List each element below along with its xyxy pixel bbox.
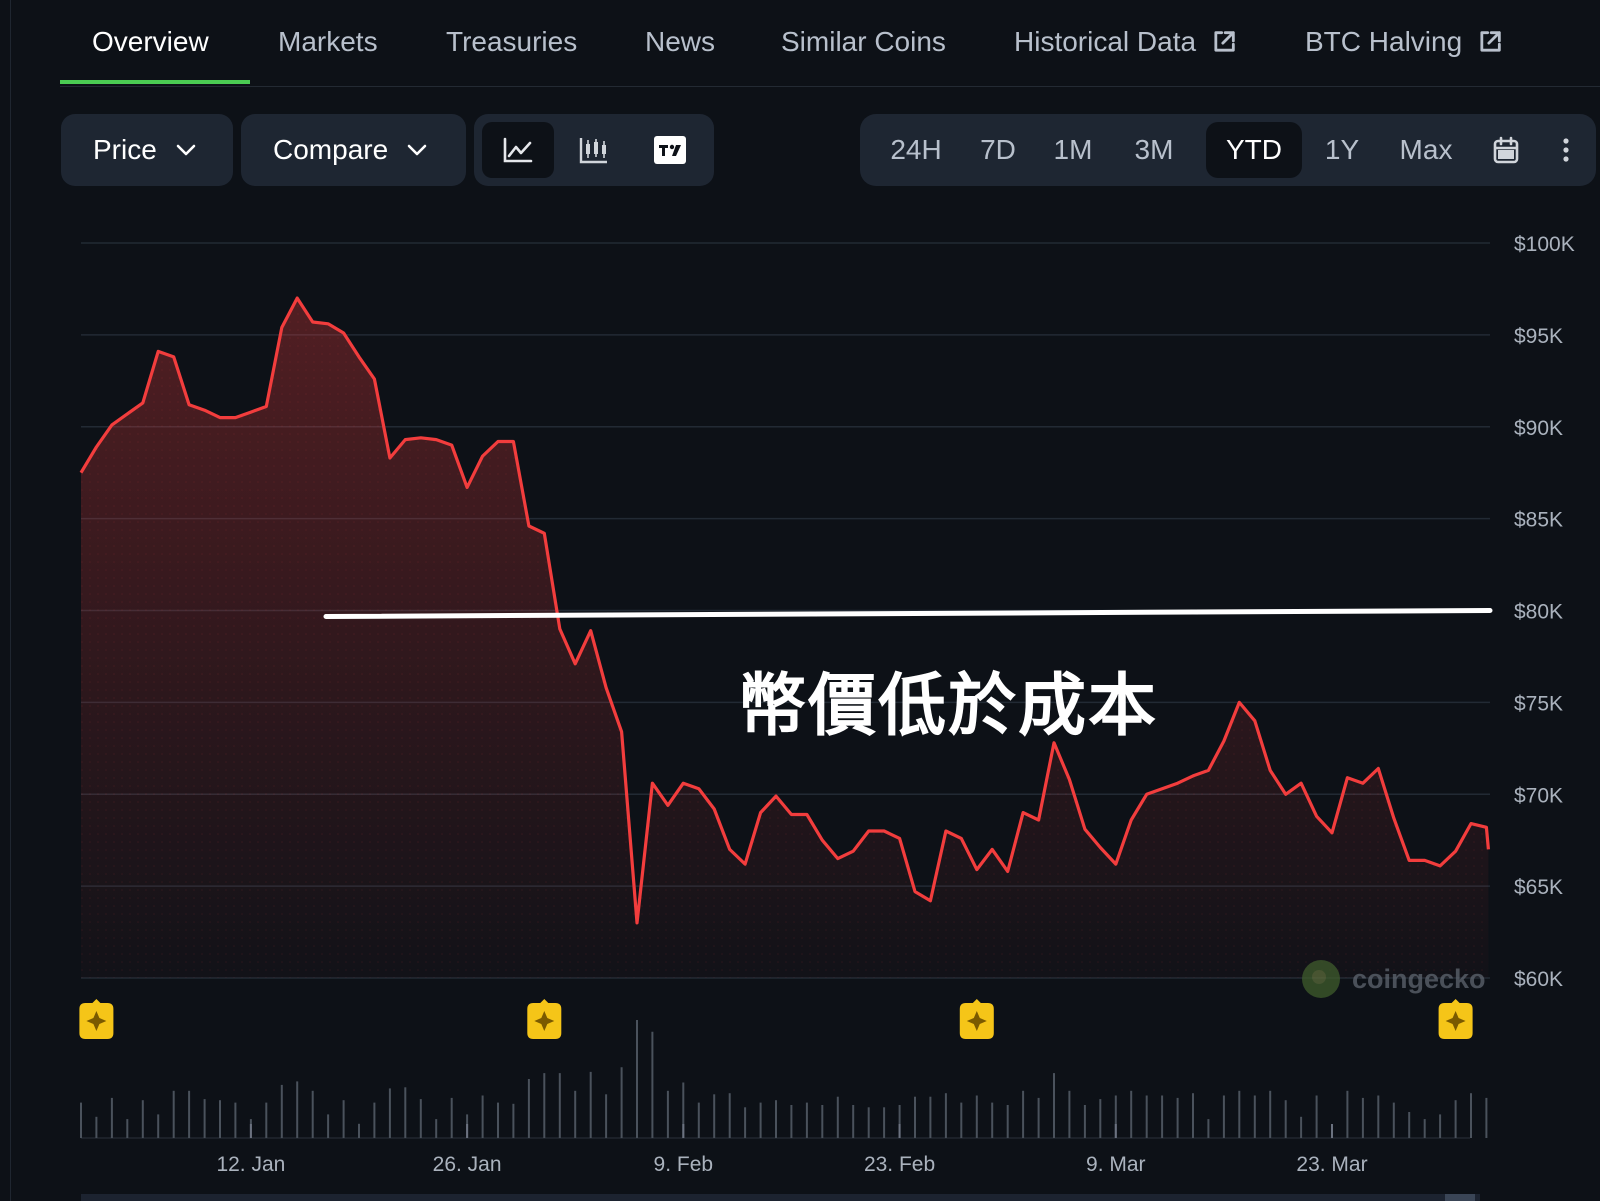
tab-treasuries[interactable]: Treasuries [446,26,577,58]
range-label: 7D [980,134,1016,165]
tab-news[interactable]: News [645,26,715,58]
tab-label: Similar Coins [781,26,946,57]
coingecko-watermark: coingecko [1302,960,1486,998]
range-1y[interactable]: 1Y [1308,122,1376,178]
volume-bars [80,1020,1488,1139]
price-area [81,298,1489,979]
tab-overview[interactable]: Overview [92,26,209,58]
range-3m[interactable]: 3M [1114,122,1194,178]
chart-view-switcher [474,114,714,186]
tab-label: News [645,26,716,57]
chevron-down-icon [176,144,196,156]
navigator-handle [1445,1194,1475,1201]
tab-markets[interactable]: Markets [278,26,378,58]
event-marker-icon [959,999,994,1039]
range-label: YTD [1226,134,1282,165]
watermark-text: coingecko [1352,963,1486,994]
y-tick-label: $85K [1514,509,1563,532]
event-marker-icon [1438,999,1473,1039]
candlestick-chart-button[interactable] [558,122,630,178]
line-chart-button[interactable] [482,122,554,178]
tab-label: BTC Halving [1305,26,1463,57]
tab-bar: Overview Markets Treasuries News Similar… [60,0,1600,87]
chevron-down-icon [407,144,427,156]
tab-label: Treasuries [446,26,578,57]
compare-dropdown[interactable]: Compare [241,114,466,186]
time-range-selector: 24H 7D 1M 3M YTD 1Y Max [860,114,1596,186]
tab-btc-halving[interactable]: BTC Halving [1305,26,1504,58]
y-tick-label: $90K [1514,417,1563,440]
more-vertical-icon [1563,138,1569,162]
price-area-texture [81,298,1489,979]
event-marker-icon [79,999,114,1039]
tab-label: Markets [278,26,378,57]
calendar-icon [1493,136,1519,164]
x-tick-label: 9. Mar [1086,1153,1146,1176]
y-tick-label: $70K [1514,784,1563,807]
annotation-text: 幣價低於成本 [738,667,1159,746]
tradingview-icon [654,136,686,164]
line-chart-icon [503,137,533,163]
event-marker-icon [527,999,562,1039]
external-link-icon [1214,31,1235,52]
price-dropdown-label: Price [93,134,157,165]
tab-label: Historical Data [1014,26,1197,57]
range-label: 1M [1053,134,1093,165]
coingecko-logo-icon [1302,960,1340,998]
range-7d[interactable]: 7D [964,122,1032,178]
x-tick-label: 12. Jan [216,1153,285,1176]
range-label: 24H [890,134,942,165]
y-tick-label: $65K [1514,876,1563,899]
range-ytd[interactable]: YTD [1206,122,1302,178]
y-tick-label: $95K [1514,325,1563,348]
navigator-track [81,1194,1480,1201]
active-tab-underline [60,80,250,84]
range-navigator[interactable] [81,1194,1480,1201]
y-tick-label: $60K [1514,968,1563,991]
event-markers [79,999,1473,1039]
tab-similar-coins[interactable]: Similar Coins [781,26,946,58]
y-axis-ticks: $100K $95K $90K $85K $80K $75K $70K $65K $60K [1514,233,1575,991]
compare-dropdown-label: Compare [273,134,389,165]
x-tick-label: 26. Jan [433,1153,502,1176]
tab-label: Overview [92,26,209,57]
range-label: Max [1399,134,1453,165]
tradingview-button[interactable] [634,122,706,178]
y-tick-label: $80K [1514,601,1563,624]
external-link-icon [1480,31,1501,52]
range-label: 3M [1134,134,1174,165]
range-max[interactable]: Max [1384,122,1468,178]
more-options-button[interactable] [1544,122,1588,178]
calendar-button[interactable] [1474,122,1538,178]
candlestick-icon [579,138,607,164]
range-24h[interactable]: 24H [864,122,968,178]
price-dropdown[interactable]: Price [61,114,233,186]
x-tick-label: 23. Mar [1296,1153,1367,1176]
tab-historical-data[interactable]: Historical Data [1014,26,1238,58]
x-tick-label: 9. Feb [654,1153,714,1176]
x-tick-label: 23. Feb [864,1153,935,1176]
range-label: 1Y [1324,134,1360,165]
y-tick-label: $100K [1514,233,1575,256]
y-tick-label: $75K [1514,692,1563,715]
range-1m[interactable]: 1M [1032,122,1114,178]
